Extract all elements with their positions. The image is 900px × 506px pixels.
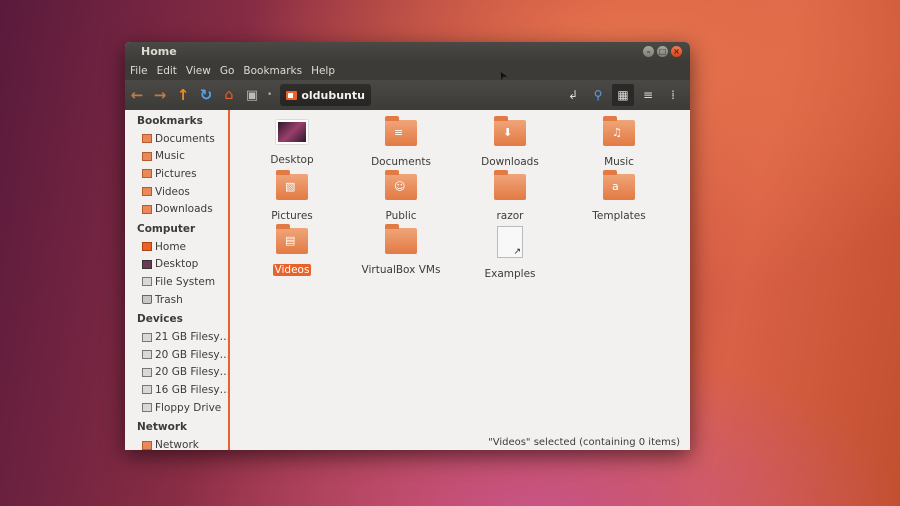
sidebar-item-device-2[interactable]: 20 GB Filesy… xyxy=(125,346,228,364)
sidebar-item-device-3[interactable]: 20 GB Filesy… xyxy=(125,364,228,382)
home-icon[interactable]: ⌂ xyxy=(218,84,240,106)
file-item-documents[interactable]: ≡ Documents xyxy=(351,112,451,169)
drive-icon xyxy=(142,350,152,360)
file-item-desktop[interactable]: Desktop xyxy=(242,112,342,167)
drive-icon xyxy=(142,385,152,395)
search-icon[interactable]: ⚲ xyxy=(587,84,609,106)
menu-file[interactable]: File xyxy=(130,65,148,77)
videos-folder-icon: ▤ xyxy=(276,224,308,254)
sidebar-item-trash[interactable]: Trash xyxy=(125,291,228,309)
location-breadcrumb[interactable]: oldubuntu xyxy=(280,84,371,106)
drive-icon xyxy=(142,367,152,377)
file-item-public[interactable]: ☺ Public xyxy=(351,166,451,223)
menu-bookmarks[interactable]: Bookmarks xyxy=(243,65,302,77)
sidebar-header-bookmarks: Bookmarks xyxy=(137,115,203,127)
file-item-downloads[interactable]: ⬇ Downloads xyxy=(460,112,560,169)
location-label: oldubuntu xyxy=(301,88,365,102)
drive-icon xyxy=(142,332,152,342)
folder-icon xyxy=(494,170,526,200)
menu-go[interactable]: Go xyxy=(220,65,235,77)
sidebar-header-devices: Devices xyxy=(137,313,183,326)
sidebar: Bookmarks Documents Music Pictures Video… xyxy=(125,110,230,450)
sidebar-item-network[interactable]: Network xyxy=(125,436,228,450)
file-item-virtualbox-vms[interactable]: VirtualBox VMs xyxy=(351,220,451,277)
drive-icon xyxy=(142,277,152,287)
sidebar-item-file-system[interactable]: File System xyxy=(125,273,228,291)
downloads-folder-icon xyxy=(142,204,152,214)
drive-icon xyxy=(286,90,298,100)
templates-folder-icon: a xyxy=(603,170,635,200)
maximize-button[interactable]: □ xyxy=(657,46,668,57)
back-arrow-icon[interactable]: ← xyxy=(126,84,148,106)
network-icon xyxy=(142,440,152,450)
home-icon xyxy=(142,242,152,252)
title-bar[interactable]: Home – □ × xyxy=(125,42,690,62)
sidebar-item-music[interactable]: Music xyxy=(125,148,228,166)
desktop-icon xyxy=(276,120,308,144)
file-item-templates[interactable]: a Templates xyxy=(569,166,669,223)
menu-view[interactable]: View xyxy=(186,65,211,77)
music-folder-icon xyxy=(142,151,152,161)
downloads-folder-icon: ⬇ xyxy=(494,116,526,146)
file-item-pictures[interactable]: ▧ Pictures xyxy=(242,166,342,223)
icon-view-icon[interactable]: ▦ xyxy=(612,84,634,106)
sidebar-item-floppy[interactable]: Floppy Drive xyxy=(125,399,228,417)
menu-bar: File Edit View Go Bookmarks Help xyxy=(125,62,690,80)
file-item-music[interactable]: ♫ Music xyxy=(569,112,669,169)
close-button[interactable]: × xyxy=(671,46,682,57)
sidebar-item-downloads[interactable]: Downloads xyxy=(125,200,228,218)
menu-help[interactable]: Help xyxy=(311,65,335,77)
sidebar-header-computer: Computer xyxy=(137,222,196,235)
sidebar-item-documents[interactable]: Documents xyxy=(125,130,228,148)
sidebar-item-videos[interactable]: Videos xyxy=(125,183,228,201)
path-separator: • xyxy=(267,90,273,100)
documents-folder-icon: ≡ xyxy=(385,116,417,146)
floppy-icon xyxy=(142,403,152,413)
pictures-folder-icon: ▧ xyxy=(276,170,308,200)
symlink-file-icon: ↗ xyxy=(497,226,523,258)
sidebar-header-network: Network xyxy=(137,421,188,434)
list-view-icon[interactable]: ≡ xyxy=(637,84,659,106)
documents-folder-icon xyxy=(142,134,152,144)
menu-edit[interactable]: Edit xyxy=(157,65,177,77)
file-manager-window: Home – □ × File Edit View Go Bookmarks H… xyxy=(125,42,690,450)
file-item-razor[interactable]: razor xyxy=(460,166,560,223)
sidebar-item-desktop[interactable]: Desktop xyxy=(125,256,228,274)
public-folder-icon: ☺ xyxy=(385,170,417,200)
status-bar: "Videos" selected (containing 0 items) xyxy=(488,437,680,448)
file-item-videos[interactable]: ▤ Videos xyxy=(242,220,342,277)
desktop-icon xyxy=(142,259,152,269)
toolbar: ← → ↑ ↻ ⌂ ▣ • oldubuntu ↲ ⚲ ▦ ≡ ⁞ xyxy=(125,80,690,110)
videos-folder-icon xyxy=(142,187,152,197)
sidebar-item-device-4[interactable]: 16 GB Filesy… xyxy=(125,381,228,399)
computer-icon[interactable]: ▣ xyxy=(241,84,263,106)
sidebar-item-pictures[interactable]: Pictures xyxy=(125,165,228,183)
pictures-folder-icon xyxy=(142,169,152,179)
sidebar-item-home[interactable]: Home xyxy=(125,238,228,256)
trash-icon xyxy=(142,295,152,305)
forward-arrow-icon[interactable]: → xyxy=(149,84,171,106)
window-title: Home xyxy=(141,45,177,58)
minimize-button[interactable]: – xyxy=(643,46,654,57)
folder-icon xyxy=(385,224,417,254)
compact-view-icon[interactable]: ⁞ xyxy=(662,84,684,106)
file-item-examples[interactable]: ↗ Examples xyxy=(460,220,560,281)
music-folder-icon: ♫ xyxy=(603,116,635,146)
file-view[interactable]: Desktop ≡ Documents ⬇ Downloads ♫ Music … xyxy=(230,110,690,450)
toggle-location-icon[interactable]: ↲ xyxy=(562,84,584,106)
sidebar-item-device-1[interactable]: 21 GB Filesy… xyxy=(125,328,228,346)
reload-icon[interactable]: ↻ xyxy=(195,84,217,106)
up-arrow-icon[interactable]: ↑ xyxy=(172,84,194,106)
